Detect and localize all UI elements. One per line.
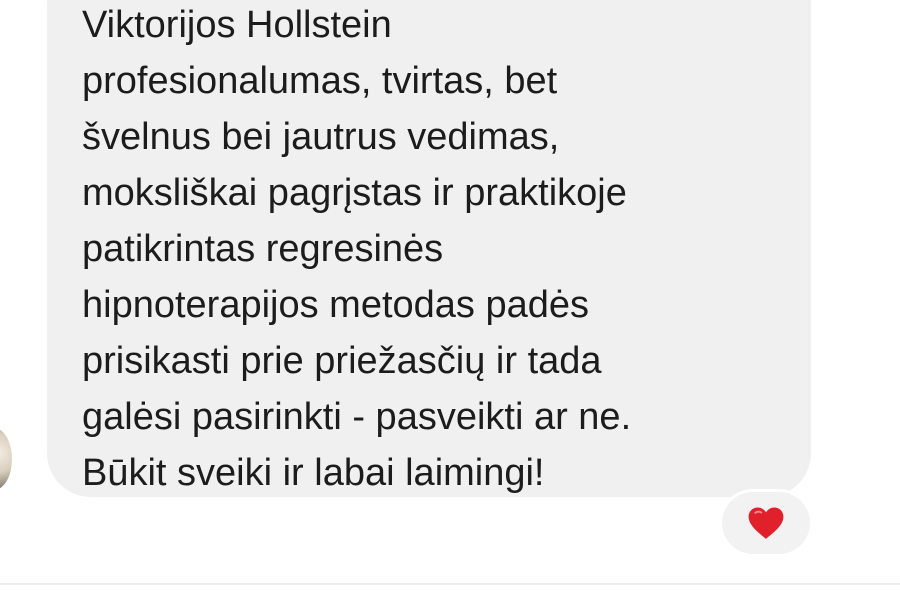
message-line: patikrintas regresinės: [82, 228, 444, 270]
message-line: prisikasti prie priežasčių ir tada: [82, 340, 602, 382]
message-line: galėsi pasirinkti - pasveikti ar ne.: [82, 396, 632, 438]
message-line: Būkit sveiki ir labai laimingi!: [82, 452, 545, 494]
reaction-badge[interactable]: [722, 492, 810, 554]
avatar[interactable]: [0, 428, 12, 490]
message-line: hipnoterapijos metodas padės: [82, 284, 590, 326]
message-line: profesionalumas, tvirtas, bet: [82, 60, 558, 102]
message-line: švelnus bei jautrus vedimas,: [82, 116, 560, 158]
chat-screen: Viktorijos Hollstein profesionalumas, tv…: [0, 0, 900, 591]
heart-icon: [748, 507, 784, 539]
message-line: moksliškai pagrįstas ir praktikoje: [82, 172, 627, 214]
message-text: Viktorijos Hollstein profesionalumas, tv…: [82, 0, 782, 501]
divider: [0, 583, 900, 585]
message-line: Viktorijos Hollstein: [82, 4, 392, 46]
